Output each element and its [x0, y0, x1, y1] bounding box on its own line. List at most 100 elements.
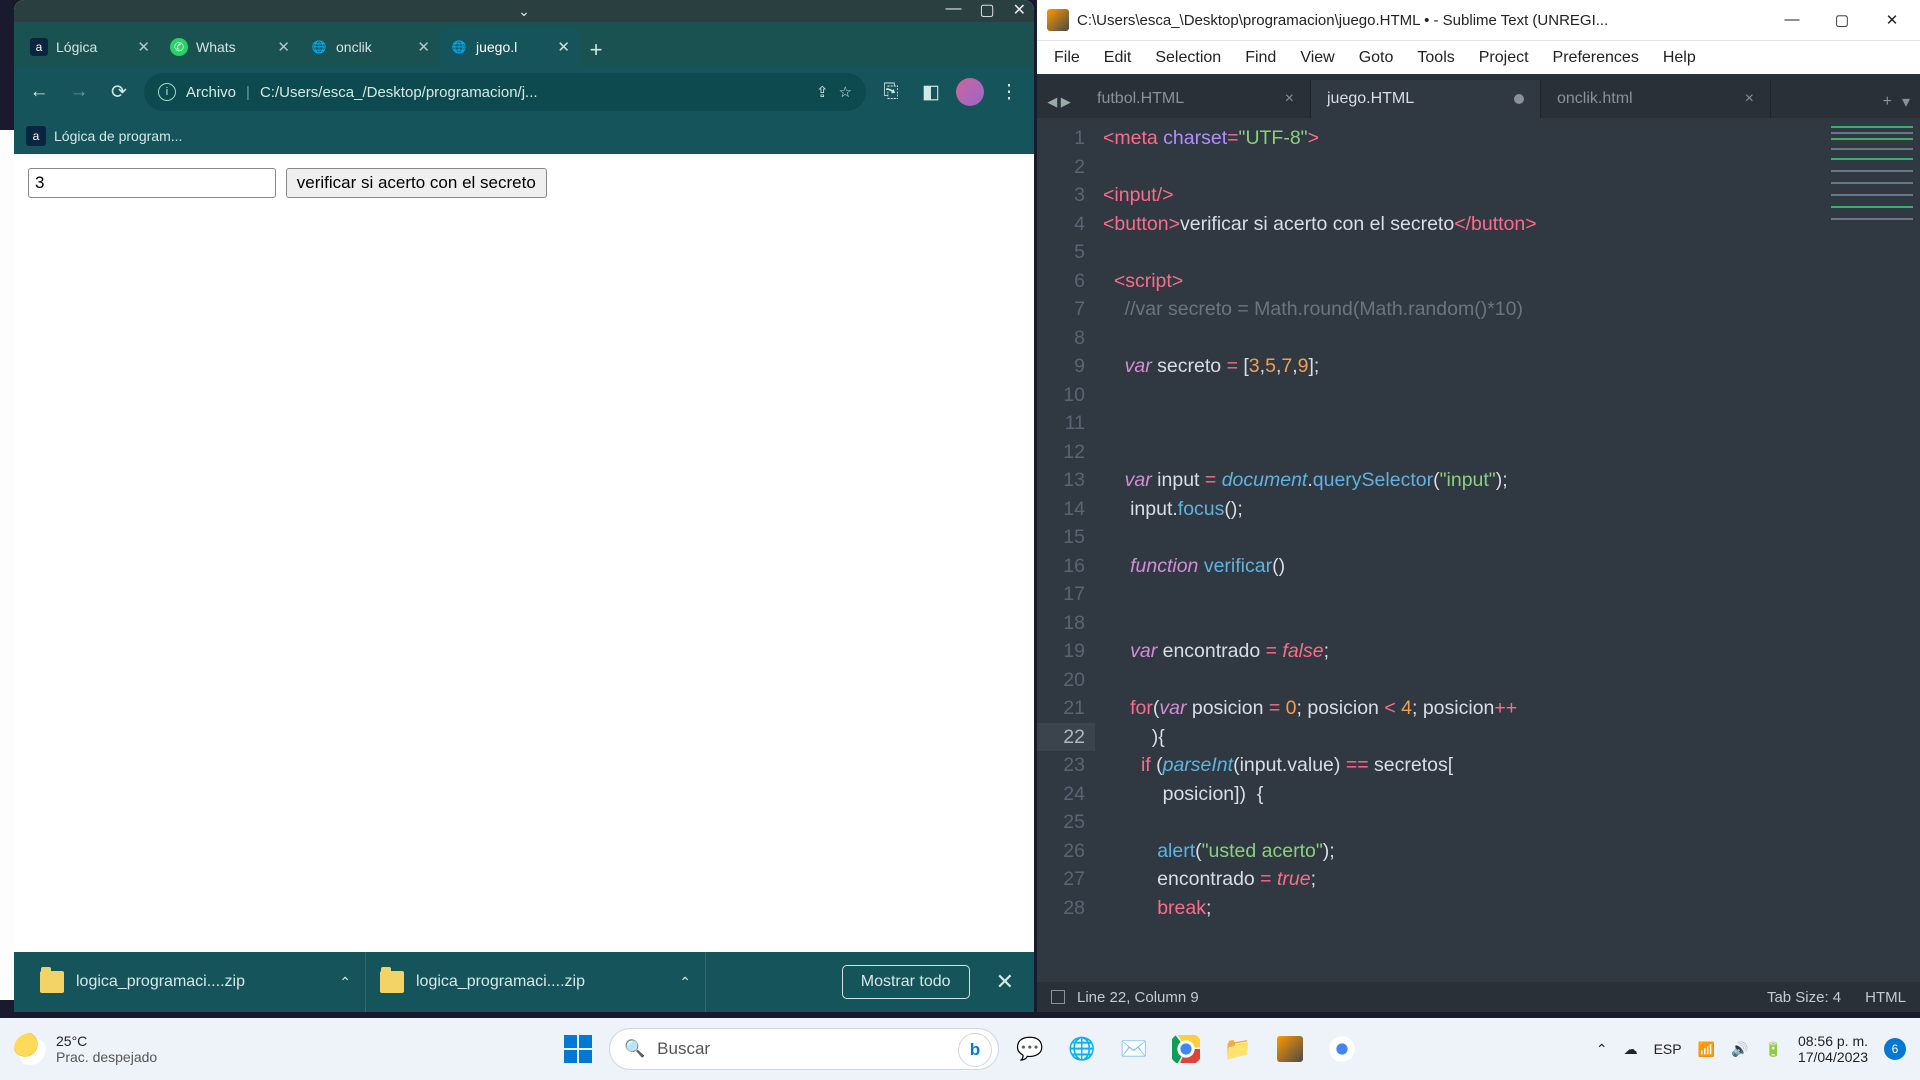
menu-project[interactable]: Project	[1468, 45, 1540, 71]
whatsapp-icon: ✆	[170, 38, 188, 56]
language-indicator[interactable]: ESP	[1654, 1041, 1682, 1057]
date: 17/04/2023	[1798, 1049, 1868, 1065]
close-icon[interactable]: ✕	[988, 969, 1022, 995]
tab-label: juego.l	[476, 39, 517, 55]
tab-label: Whats	[196, 39, 236, 55]
panel-toggle-icon[interactable]	[1051, 990, 1065, 1004]
chrome-icon[interactable]	[1165, 1028, 1207, 1070]
download-filename: logica_programaci....zip	[76, 973, 245, 991]
close-button[interactable]: ✕	[1874, 11, 1910, 29]
close-button[interactable]: ✕	[1013, 0, 1026, 20]
verify-button[interactable]: verificar si acerto con el secreto	[286, 168, 547, 198]
weather-icon	[14, 1033, 46, 1065]
new-tab-icon[interactable]: +	[1883, 93, 1892, 111]
minimize-button[interactable]: —	[1774, 11, 1810, 29]
caret-down-icon[interactable]: ⌄	[518, 3, 530, 20]
share-icon[interactable]: ⇪	[816, 83, 829, 101]
explorer-icon[interactable]: 📁	[1217, 1028, 1259, 1070]
tab-whatsapp[interactable]: ✆ Whats ✕	[160, 28, 300, 66]
close-icon[interactable]: ✕	[277, 38, 290, 56]
tab-onclik[interactable]: 🌐 onclik ✕	[300, 28, 440, 66]
weather-widget[interactable]: 25°C Prac. despejado	[14, 1033, 157, 1065]
onedrive-icon[interactable]: ☁	[1624, 1041, 1638, 1058]
menu-edit[interactable]: Edit	[1093, 45, 1143, 71]
search-placeholder: Buscar	[657, 1039, 710, 1059]
editor-tab-futbol[interactable]: futbol.HTML ×	[1081, 80, 1311, 118]
menu-help[interactable]: Help	[1652, 45, 1707, 71]
wifi-icon[interactable]: 📶	[1698, 1041, 1715, 1058]
download-item[interactable]: logica_programaci....zip ⌃	[366, 952, 706, 1012]
syntax-mode[interactable]: HTML	[1865, 989, 1906, 1006]
clock[interactable]: 08:56 p. m. 17/04/2023	[1798, 1033, 1868, 1065]
secret-input[interactable]	[28, 168, 276, 198]
address-bar[interactable]: i Archivo | C:/Users/esca_/Desktop/progr…	[144, 73, 866, 111]
chat-icon[interactable]: 💬	[1009, 1028, 1051, 1070]
sidepanel-icon[interactable]: ◧	[916, 77, 946, 107]
tab-label: futbol.HTML	[1097, 90, 1184, 108]
tab-juego[interactable]: 🌐 juego.l ✕	[440, 28, 580, 66]
toolbar: ← → ⟳ i Archivo | C:/Users/esca_/Desktop…	[14, 66, 1034, 118]
chevron-up-icon[interactable]: ⌃	[339, 974, 351, 991]
minimize-button[interactable]: —	[945, 0, 961, 20]
code-editor[interactable]: 1234567891011121314151617181920212223242…	[1037, 118, 1920, 982]
globe-icon: 🌐	[310, 38, 328, 56]
sublime-taskbar-icon[interactable]	[1269, 1028, 1311, 1070]
tab-logica[interactable]: a Lógica ✕	[20, 28, 160, 66]
search-icon: 🔍	[624, 1039, 645, 1059]
close-icon[interactable]: ✕	[557, 38, 570, 56]
edge-icon[interactable]: 🌐	[1061, 1028, 1103, 1070]
tab-label: onclik	[336, 39, 372, 55]
menu-preferences[interactable]: Preferences	[1542, 45, 1650, 71]
new-tab-button[interactable]: +	[580, 34, 612, 66]
info-icon[interactable]: i	[158, 83, 176, 101]
close-icon[interactable]: ×	[1285, 90, 1294, 108]
menu-find[interactable]: Find	[1234, 45, 1287, 71]
menu-tools[interactable]: Tools	[1406, 45, 1465, 71]
show-all-downloads[interactable]: Mostrar todo	[842, 965, 970, 999]
chevron-up-icon[interactable]: ⌃	[1596, 1041, 1608, 1058]
chrome-running-icon[interactable]	[1321, 1028, 1363, 1070]
reload-button[interactable]: ⟳	[104, 77, 134, 107]
close-icon[interactable]: ✕	[417, 38, 430, 56]
sublime-title: C:\Users\esca_\Desktop\programacion\jueg…	[1077, 12, 1766, 29]
close-icon[interactable]: ×	[1745, 90, 1754, 108]
editor-tab-onclik[interactable]: onclik.html ×	[1541, 80, 1771, 118]
battery-icon[interactable]: 🔋	[1764, 1041, 1781, 1058]
tab-menu-icon[interactable]: ▾	[1902, 92, 1910, 112]
profile-avatar[interactable]	[956, 78, 984, 106]
maximize-button[interactable]: ▢	[979, 0, 994, 20]
forward-button[interactable]: →	[64, 77, 94, 107]
alura-icon: a	[30, 38, 48, 56]
sublime-window: C:\Users\esca_\Desktop\programacion\jueg…	[1037, 0, 1920, 1012]
editor-tab-juego[interactable]: juego.HTML	[1311, 80, 1541, 118]
minimap[interactable]	[1825, 118, 1920, 982]
bing-icon[interactable]: b	[958, 1033, 992, 1067]
notification-badge[interactable]: 6	[1884, 1038, 1906, 1060]
download-item[interactable]: logica_programaci....zip ⌃	[26, 952, 366, 1012]
volume-icon[interactable]: 🔊	[1731, 1041, 1748, 1058]
page-content: verificar si acerto con el secreto	[14, 154, 1034, 952]
tab-nav[interactable]: ◀ ▶	[1037, 94, 1081, 118]
dirty-indicator-icon	[1514, 94, 1524, 104]
code-area[interactable]: <meta charset="UTF-8"> <input/> <button>…	[1095, 118, 1920, 982]
menu-button[interactable]: ⋮	[994, 77, 1024, 107]
zip-icon	[40, 971, 64, 993]
star-icon[interactable]: ☆	[839, 83, 852, 101]
tab-size[interactable]: Tab Size: 4	[1767, 989, 1841, 1006]
bookmark-item[interactable]: Lógica de program...	[54, 128, 182, 144]
mail-icon[interactable]: ✉️	[1113, 1028, 1155, 1070]
menu-goto[interactable]: Goto	[1348, 45, 1405, 71]
menu-file[interactable]: File	[1043, 45, 1091, 71]
menu-selection[interactable]: Selection	[1144, 45, 1232, 71]
start-button[interactable]	[557, 1028, 599, 1070]
menu-bar: File Edit Selection Find View Goto Tools…	[1037, 40, 1920, 74]
reading-list-icon[interactable]: ⎘	[876, 77, 906, 107]
back-button[interactable]: ←	[24, 77, 54, 107]
close-icon[interactable]: ✕	[137, 38, 150, 56]
taskbar-search[interactable]: 🔍 Buscar b	[609, 1028, 999, 1070]
menu-view[interactable]: View	[1289, 45, 1345, 71]
maximize-button[interactable]: ▢	[1824, 11, 1860, 29]
globe-icon: 🌐	[450, 38, 468, 56]
chevron-up-icon[interactable]: ⌃	[679, 974, 691, 991]
cursor-position[interactable]: Line 22, Column 9	[1077, 989, 1199, 1006]
